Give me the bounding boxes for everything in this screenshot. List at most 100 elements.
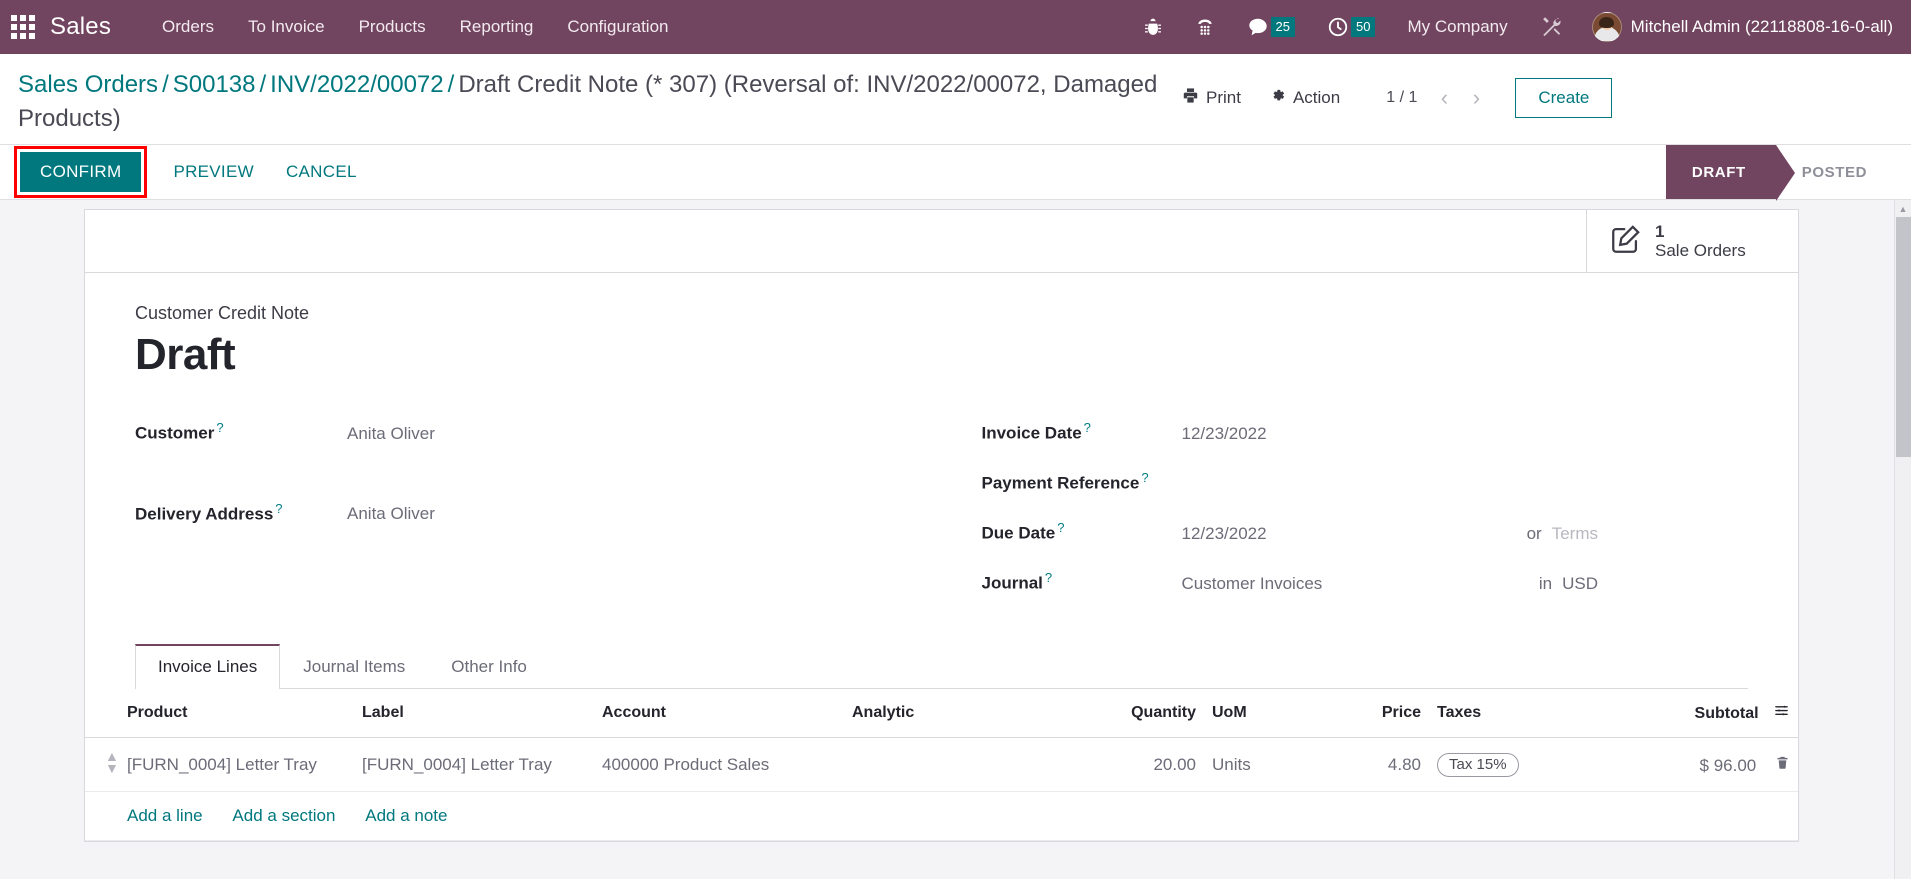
th-label[interactable]: Label (354, 689, 594, 739)
status-stage-draft[interactable]: DRAFT (1665, 145, 1795, 202)
cell-price[interactable]: 4.80 (1339, 737, 1429, 793)
help-icon[interactable]: ? (1084, 420, 1091, 435)
cell-quantity[interactable]: 20.00 (1084, 737, 1204, 793)
sale-orders-stat-button[interactable]: 1 Sale Orders (1586, 210, 1798, 273)
activities-badge: 50 (1351, 17, 1376, 37)
form-grid: Customer? Anita Oliver Delivery Address?… (135, 414, 1748, 614)
control-panel-actions: Print Action 1 / 1 ‹ › Create (1168, 68, 1613, 118)
breadcrumb-row: Sales Orders / S00138/INV/2022/00072/Draft… (0, 54, 1911, 144)
field-customer-value[interactable]: Anita Oliver (347, 424, 435, 444)
field-journal-value[interactable]: Customer Invoices (1182, 574, 1422, 594)
field-delivery-address-value[interactable]: Anita Oliver (347, 504, 435, 524)
add-a-note-button[interactable]: Add a note (365, 806, 447, 825)
cell-label[interactable]: [FURN_0004] Letter Tray (354, 737, 594, 793)
app-brand-sales[interactable]: Sales (50, 13, 111, 41)
breadcrumb-item-sales-orders[interactable]: Sales Orders (18, 71, 158, 98)
preview-button[interactable]: PREVIEW (157, 152, 270, 192)
form-sheet: 1 Sale Orders Customer Credit Note Draft… (84, 209, 1799, 843)
cell-account[interactable]: 400000 Product Sales (594, 737, 844, 793)
dialpad-icon[interactable] (1179, 0, 1231, 54)
th-quantity[interactable]: Quantity (1084, 689, 1204, 739)
tax-badge[interactable]: Tax 15% (1437, 752, 1519, 777)
tools-icon[interactable] (1524, 0, 1578, 54)
due-date-or-label: or (1526, 523, 1542, 543)
field-invoice-date-value[interactable]: 12/23/2022 (1182, 424, 1422, 444)
table-row[interactable]: ▲ ▼ [FURN_0004] Letter Tray [FURN_0004] L… (85, 737, 1798, 793)
state-statusbar: DRAFT POSTED (1665, 145, 1911, 202)
th-subtotal[interactable]: Subtotal (1604, 689, 1798, 739)
activities-clock-icon[interactable]: 50 (1311, 0, 1391, 54)
chevron-left-icon[interactable]: ‹ (1429, 83, 1459, 113)
add-row-links-cell: Add a line Add a section Add a note (119, 791, 1798, 842)
pager: 1 / 1 ‹ › (1376, 83, 1491, 113)
payment-terms-value[interactable]: Terms (1552, 524, 1598, 544)
th-handle (85, 689, 119, 739)
th-taxes[interactable]: Taxes (1429, 689, 1604, 739)
invoice-lines-header: Product Label Account Analytic Quantity … (85, 689, 1798, 739)
menu-configuration[interactable]: Configuration (550, 11, 685, 43)
scrollbar-thumb[interactable] (1896, 217, 1911, 458)
trash-icon[interactable] (1761, 754, 1790, 776)
cell-subtotal: $ 96.00 (1604, 737, 1798, 793)
user-name: Mitchell Admin (22118808-16-0-all) (1630, 17, 1893, 36)
field-due-date-value[interactable]: 12/23/2022 (1182, 524, 1422, 544)
th-product[interactable]: Product (119, 689, 354, 739)
user-menu[interactable]: Mitchell Admin (22118808-16-0-all) (1578, 12, 1897, 42)
printer-icon (1182, 87, 1199, 109)
tab-journal-items[interactable]: Journal Items (280, 644, 428, 689)
messages-icon[interactable]: 25 (1231, 0, 1311, 54)
th-account[interactable]: Account (594, 689, 844, 739)
vertical-scrollbar[interactable]: ▲ (1894, 200, 1911, 879)
stat-button-text: 1 Sale Orders (1655, 222, 1746, 261)
drag-handle-icon[interactable]: ▲ ▼ (105, 749, 119, 775)
cancel-button[interactable]: CANCEL (270, 152, 373, 192)
cell-uom[interactable]: Units (1204, 737, 1339, 793)
help-icon[interactable]: ? (1141, 470, 1148, 485)
currency-in-label: in (1538, 573, 1553, 593)
field-invoice-date-label: Invoice Date? (982, 420, 1182, 444)
th-uom[interactable]: UoM (1204, 689, 1339, 739)
add-a-line-button[interactable]: Add a line (127, 806, 203, 825)
field-due-date-label: Due Date? (982, 520, 1182, 544)
cell-analytic[interactable] (844, 737, 1084, 793)
label-text: Customer (135, 423, 215, 443)
help-icon[interactable]: ? (1057, 520, 1064, 535)
currency-value[interactable]: USD (1562, 574, 1598, 594)
menu-reporting[interactable]: Reporting (443, 11, 551, 43)
field-delivery-address-label: Delivery Address? (135, 501, 347, 525)
triangle-up-icon[interactable]: ▲ (1895, 200, 1911, 217)
th-analytic[interactable]: Analytic (844, 689, 1084, 739)
print-button[interactable]: Print (1168, 82, 1255, 114)
due-date-terms-group: or Terms (1527, 524, 1748, 544)
tab-invoice-lines[interactable]: Invoice Lines (135, 644, 281, 690)
field-invoice-date: Invoice Date? 12/23/2022 (982, 414, 1749, 464)
th-price[interactable]: Price (1339, 689, 1429, 739)
label-text: Payment Reference (981, 473, 1140, 493)
menu-products[interactable]: Products (342, 11, 443, 43)
chevron-right-icon[interactable]: › (1461, 83, 1491, 113)
breadcrumb-separator: / (162, 71, 169, 98)
gear-icon (1269, 87, 1286, 109)
apps-grid-icon[interactable] (10, 14, 36, 40)
breadcrumb: Sales Orders / S00138/INV/2022/00072/Draft… (18, 68, 1168, 136)
bug-icon[interactable] (1127, 0, 1179, 54)
top-navbar: Sales Orders To Invoice Products Reporti… (0, 0, 1911, 54)
menu-to-invoice[interactable]: To Invoice (231, 11, 342, 43)
cell-taxes[interactable]: Tax 15% (1429, 737, 1604, 793)
action-button[interactable]: Action (1255, 82, 1354, 114)
tab-other-info[interactable]: Other Info (428, 644, 550, 689)
breadcrumb-item-invoice[interactable]: INV/2022/00072 (270, 71, 443, 98)
label-text: Invoice Date (981, 423, 1082, 443)
confirm-button[interactable]: CONFIRM (20, 152, 142, 193)
company-switcher[interactable]: My Company (1391, 17, 1523, 37)
menu-orders[interactable]: Orders (145, 11, 231, 43)
breadcrumb-item-s00138[interactable]: S00138 (173, 71, 256, 98)
cell-product[interactable]: [FURN_0004] Letter Tray (119, 737, 354, 793)
create-button[interactable]: Create (1515, 78, 1613, 118)
add-a-section-button[interactable]: Add a section (232, 806, 335, 825)
help-icon[interactable]: ? (275, 501, 282, 516)
help-icon[interactable]: ? (1045, 570, 1052, 585)
page-title: Draft (135, 330, 236, 380)
help-icon[interactable]: ? (216, 420, 223, 435)
sliders-icon[interactable] (1763, 705, 1790, 722)
